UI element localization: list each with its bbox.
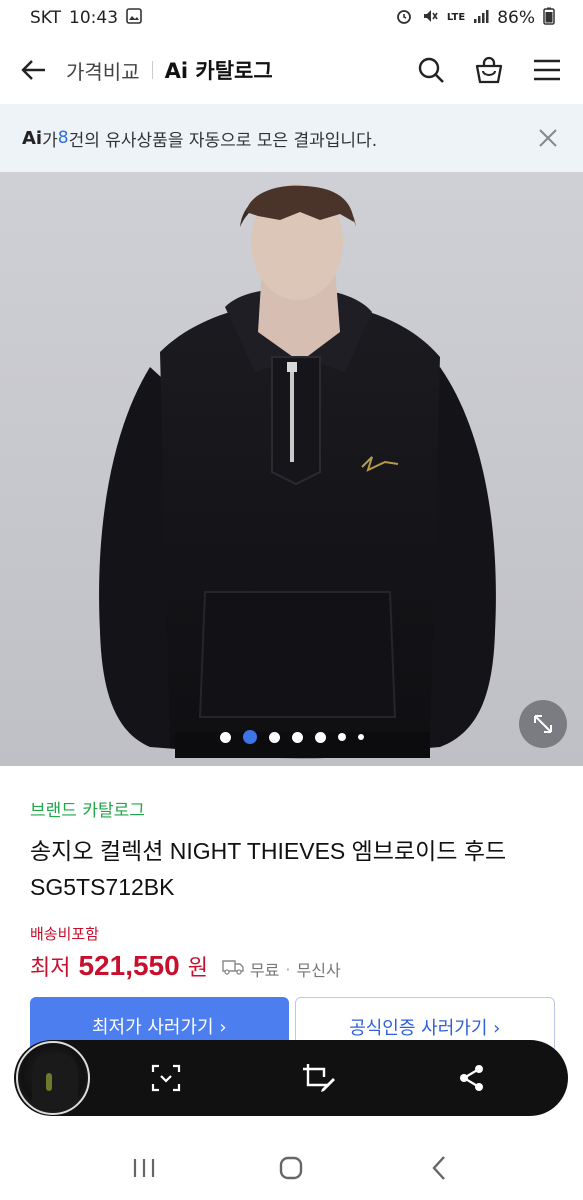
scan-icon[interactable]	[146, 1058, 186, 1098]
product-title: 송지오 컬렉션 NIGHT THIEVES 엠브로이드 후드 SG5TS712B…	[30, 838, 507, 900]
carousel-dot[interactable]	[291, 731, 303, 743]
brand-catalog-label[interactable]: 브랜드 카탈로그	[30, 796, 553, 821]
banner-text-after: 건의 유사상품을 자동으로 모은 결과입니다.	[68, 130, 378, 151]
signal-icon	[473, 8, 489, 29]
carousel-dot[interactable]	[219, 731, 231, 743]
header-actions	[415, 54, 563, 86]
captured-thumbnail[interactable]	[16, 1041, 90, 1115]
shop-name: 무신사	[296, 961, 341, 980]
app-header: 가격비교 Ai 카탈로그	[0, 36, 583, 104]
alarm-icon	[395, 7, 413, 30]
shipping-included-label: 배송비포함	[30, 925, 100, 943]
share-icon[interactable]	[452, 1058, 492, 1098]
status-bar: SKT 10:43 LTE 86%	[0, 0, 583, 36]
time-label: 10:43	[69, 8, 119, 28]
crop-edit-icon[interactable]	[299, 1058, 339, 1098]
product-image[interactable]	[0, 172, 583, 766]
search-icon[interactable]	[415, 54, 447, 86]
close-icon[interactable]	[535, 125, 561, 151]
battery-label: 86%	[497, 8, 535, 28]
lowest-price: 521,550	[78, 950, 180, 981]
carrier-label: SKT	[30, 8, 62, 28]
price-compare-link[interactable]: 가격비교	[66, 56, 140, 85]
separator-dot: ·	[285, 959, 291, 979]
carousel-dot[interactable]	[314, 731, 326, 743]
menu-icon[interactable]	[531, 54, 563, 86]
ai-banner: Ai 가 8 건의 유사상품을 자동으로 모은 결과입니다.	[0, 104, 583, 172]
shopping-bag-icon[interactable]	[473, 54, 505, 86]
banner-text-before: 가	[42, 130, 58, 151]
status-right: LTE 86%	[395, 7, 555, 30]
thumbnail-figure	[32, 1053, 78, 1109]
floating-actions	[90, 1058, 568, 1098]
shipping-info: 무료 · 무신사	[222, 957, 341, 981]
status-left: SKT 10:43	[30, 8, 142, 28]
page-title: Ai 카탈로그	[164, 59, 273, 83]
carousel-dot[interactable]	[268, 731, 280, 743]
carousel-dot-active[interactable]	[242, 730, 257, 744]
system-nav-bar	[0, 1136, 583, 1200]
carousel-dot[interactable]	[357, 734, 364, 740]
carousel-dot[interactable]	[337, 733, 346, 741]
floating-toolbar	[14, 1040, 568, 1116]
recent-apps-icon[interactable]	[124, 1148, 164, 1188]
expand-icon[interactable]	[519, 700, 567, 748]
gallery-icon	[126, 8, 142, 28]
price-unit: 원	[187, 956, 208, 981]
mute-icon	[421, 7, 439, 30]
carousel-indicator	[0, 730, 583, 744]
back-arrow-icon[interactable]	[20, 56, 48, 84]
ai-logo: Ai	[22, 127, 43, 149]
lte-icon: LTE	[446, 12, 466, 23]
truck-icon	[222, 959, 244, 979]
back-icon[interactable]	[419, 1148, 459, 1188]
product-info: 브랜드 카탈로그 송지오 컬렉션 NIGHT THIEVES 엠브로이드 후드 …	[0, 766, 583, 982]
header-divider	[151, 61, 153, 79]
price-prefix: 최저	[30, 956, 71, 981]
battery-icon	[543, 7, 555, 30]
shipping-fee: 무료	[249, 961, 280, 980]
similar-count: 8	[57, 128, 69, 148]
product-photo	[99, 184, 496, 759]
home-icon[interactable]	[271, 1148, 311, 1188]
price-row: 최저 521,550 원 무료 · 무신사	[30, 950, 553, 982]
